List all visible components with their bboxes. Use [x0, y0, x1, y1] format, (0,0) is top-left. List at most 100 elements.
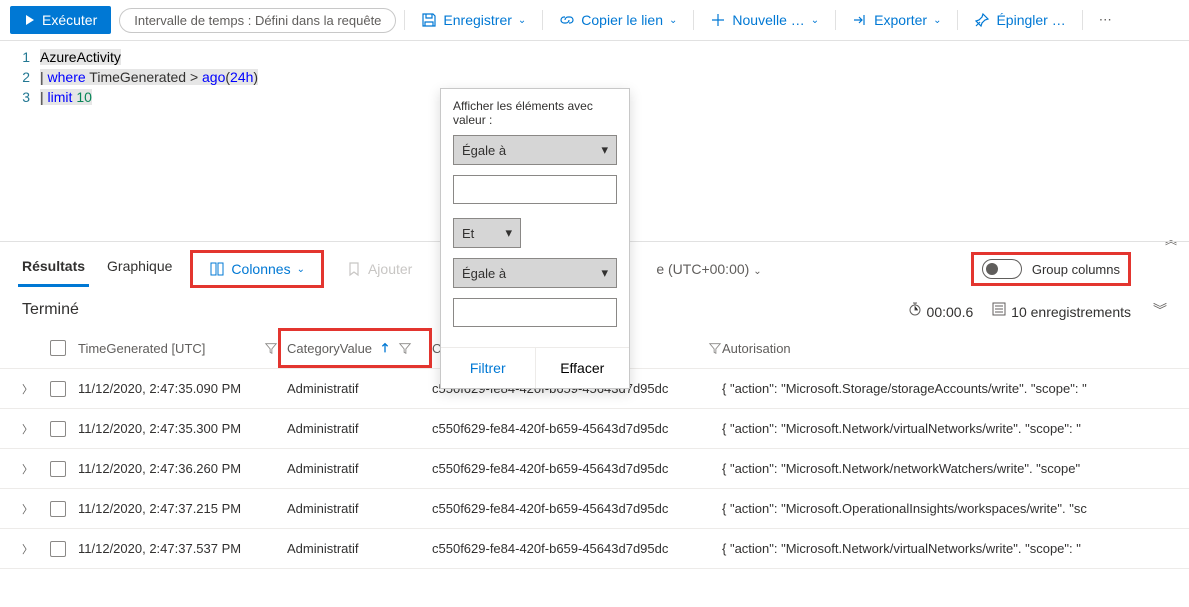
cell-time: 11/12/2020, 2:47:37.215 PM: [78, 501, 278, 516]
cell-time: 11/12/2020, 2:47:35.300 PM: [78, 421, 278, 436]
filter-operator-select-1[interactable]: Égale à ▾: [453, 135, 617, 165]
record-count-value: 10 enregistrements: [1011, 304, 1131, 320]
cell-correlation: c550f629-fe84-420f-b659-45643d7d95dc: [432, 541, 722, 556]
row-checkbox[interactable]: [50, 421, 78, 437]
timezone-label: e (UTC+00:00): [656, 261, 749, 277]
add-bookmark-button[interactable]: Ajouter: [338, 255, 420, 283]
copy-link-button[interactable]: Copier le lien ⌄: [551, 8, 685, 32]
copy-link-label: Copier le lien: [581, 12, 663, 28]
sort-asc-icon[interactable]: [378, 341, 392, 355]
add-label: Ajouter: [368, 261, 412, 277]
chevron-right-icon: 〉: [22, 421, 33, 437]
chevron-right-icon: 〉: [22, 461, 33, 477]
cell-authorization: { "action": "Microsoft.Network/virtualNe…: [722, 541, 1167, 556]
toggle-knob: [986, 263, 998, 275]
filter-operator-select-2[interactable]: Égale à ▾: [453, 258, 617, 288]
more-button[interactable]: ⋯: [1091, 8, 1120, 32]
group-columns-highlight: Group columns: [971, 252, 1131, 286]
chevron-right-icon: 〉: [22, 541, 33, 557]
table-row[interactable]: 〉 11/12/2020, 2:47:36.260 PMAdministratif…: [0, 449, 1189, 489]
link-icon: [559, 12, 575, 28]
save-button[interactable]: Enregistrer ⌄: [413, 8, 534, 32]
record-count: 10 enregistrements: [991, 301, 1131, 320]
separator: [404, 10, 405, 30]
chevron-down-icon: ⌄: [811, 15, 819, 26]
timezone-selector[interactable]: e (UTC+00:00) ⌄: [648, 255, 769, 283]
header-checkbox[interactable]: [50, 340, 78, 356]
chevron-right-icon: 〉: [22, 501, 33, 517]
play-icon: [24, 14, 36, 26]
line-number: 3: [0, 87, 30, 107]
cell-correlation: c550f629-fe84-420f-b659-45643d7d95dc: [432, 501, 722, 516]
separator: [693, 10, 694, 30]
header-authorization[interactable]: Autorisation: [722, 341, 1167, 356]
cell-time: 11/12/2020, 2:47:35.090 PM: [78, 381, 278, 396]
columns-label: Colonnes: [231, 261, 290, 277]
expand-row[interactable]: 〉: [22, 381, 50, 397]
chevron-right-icon: 〉: [22, 381, 33, 397]
cell-correlation: c550f629-fe84-420f-b659-45643d7d95dc: [432, 461, 722, 476]
popup-title: Afficher les éléments avec valeur :: [453, 99, 617, 127]
filter-icon[interactable]: [398, 341, 412, 355]
cell-time: 11/12/2020, 2:47:36.260 PM: [78, 461, 278, 476]
code-token: |: [40, 69, 48, 85]
select-value: Égale à: [462, 266, 506, 281]
checkbox-icon: [50, 501, 66, 517]
line-number: 2: [0, 67, 30, 87]
new-label: Nouvelle …: [732, 12, 804, 28]
columns-icon: [209, 261, 225, 277]
expand-row[interactable]: 〉: [22, 501, 50, 517]
chevron-down-icon: ⌄: [518, 15, 526, 26]
row-checkbox[interactable]: [50, 381, 78, 397]
expand-row[interactable]: 〉: [22, 541, 50, 557]
save-label: Enregistrer: [443, 12, 511, 28]
separator: [542, 10, 543, 30]
tab-chart[interactable]: Graphique: [103, 252, 176, 287]
header-authorization-label: Autorisation: [722, 341, 791, 356]
row-checkbox[interactable]: [50, 461, 78, 477]
table-row[interactable]: 〉11/12/2020, 2:47:35.300 PMAdministratif…: [0, 409, 1189, 449]
pin-label: Épingler …: [996, 12, 1065, 28]
tab-results[interactable]: Résultats: [18, 252, 89, 287]
filter-icon[interactable]: [708, 341, 722, 355]
filter-value-input-2[interactable]: [453, 298, 617, 327]
chevron-down-icon: ▾: [505, 225, 512, 241]
time-range-pill[interactable]: Intervalle de temps : Défini dans la req…: [119, 8, 396, 33]
expand-chevron-icon[interactable]: ︾: [1153, 300, 1167, 320]
filter-icon[interactable]: [264, 341, 278, 355]
columns-button[interactable]: Colonnes ⌄: [195, 255, 319, 283]
filter-value-input-1[interactable]: [453, 175, 617, 204]
cell-category: Administratif: [278, 452, 432, 486]
status-label: Terminé: [22, 301, 79, 319]
expand-row[interactable]: 〉: [22, 461, 50, 477]
bookmark-icon: [346, 261, 362, 277]
group-columns-toggle[interactable]: [982, 259, 1022, 279]
cell-authorization: { "action": "Microsoft.Network/networkWa…: [722, 461, 1167, 476]
row-checkbox[interactable]: [50, 501, 78, 517]
row-checkbox[interactable]: [50, 541, 78, 557]
header-time-label: TimeGenerated [UTC]: [78, 341, 205, 356]
filter-clear-button[interactable]: Effacer: [536, 348, 630, 388]
run-button[interactable]: Exécuter: [10, 6, 111, 34]
header-category-highlight: CategoryValue: [278, 328, 432, 368]
chevron-down-icon: ⌄: [669, 15, 677, 26]
stopwatch-icon: [907, 301, 923, 317]
new-button[interactable]: Nouvelle … ⌄: [702, 8, 827, 32]
checkbox-icon: [50, 541, 66, 557]
separator: [957, 10, 958, 30]
code-token: 10: [76, 89, 92, 105]
table-row[interactable]: 〉11/12/2020, 2:47:37.537 PMAdministratif…: [0, 529, 1189, 569]
export-button[interactable]: Exporter ⌄: [844, 8, 949, 32]
header-category[interactable]: CategoryValue: [281, 331, 429, 365]
pin-button[interactable]: Épingler …: [966, 8, 1073, 32]
expand-row[interactable]: 〉: [22, 421, 50, 437]
header-time[interactable]: TimeGenerated [UTC]: [78, 341, 278, 356]
chevron-down-icon: ▾: [601, 142, 608, 158]
filter-apply-button[interactable]: Filtrer: [441, 348, 536, 388]
filter-logic-select[interactable]: Et ▾: [453, 218, 521, 248]
table-row[interactable]: 〉11/12/2020, 2:47:37.215 PMAdministratif…: [0, 489, 1189, 529]
header-category-label: CategoryValue: [287, 341, 372, 356]
code-token: ): [253, 69, 258, 85]
code-token: AzureActivity: [40, 49, 121, 65]
toolbar: Exécuter Intervalle de temps : Défini da…: [0, 0, 1189, 41]
